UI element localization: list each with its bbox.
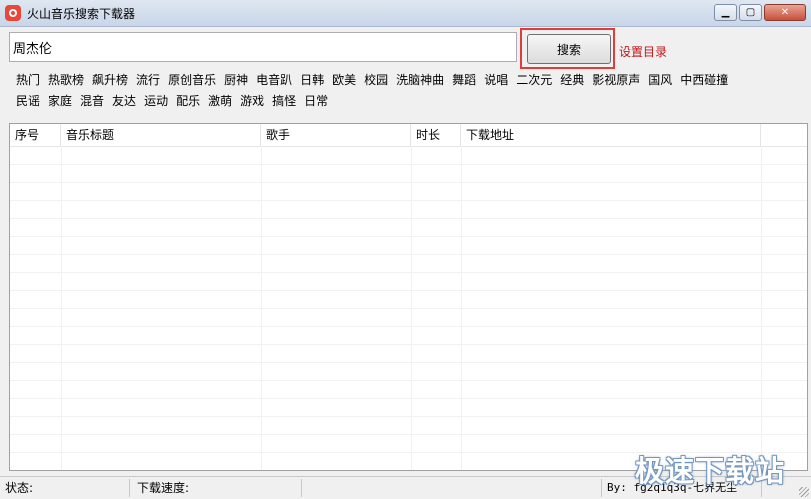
category-item[interactable]: 混音: [80, 92, 104, 109]
minimize-button[interactable]: ▁: [714, 4, 737, 21]
status-label: 状态:: [0, 479, 130, 497]
category-item[interactable]: 热歌榜: [48, 71, 84, 88]
column-header-download-url[interactable]: 下载地址: [461, 124, 761, 146]
category-item[interactable]: 激萌: [208, 92, 232, 109]
grid-row-line: [10, 290, 807, 291]
window-controls: ▁ ▢ ✕: [714, 4, 806, 21]
grid-row-line: [10, 164, 807, 165]
category-item[interactable]: 原创音乐: [168, 71, 216, 88]
search-input[interactable]: [9, 32, 517, 62]
site-watermark: 极速下载站: [635, 454, 786, 488]
grid-row-line: [10, 326, 807, 327]
category-item[interactable]: 中西碰撞: [680, 71, 728, 88]
category-item[interactable]: 国风: [648, 71, 672, 88]
column-header-title[interactable]: 音乐标题: [61, 124, 261, 146]
category-item[interactable]: 欧美: [332, 71, 356, 88]
table-header: 序号 音乐标题 歌手 时长 下载地址: [10, 124, 807, 147]
category-bar: 热门 热歌榜 飙升榜 流行 原创音乐 厨神 电音趴 日韩 欧美 校园 洗脑神曲 舞蹈 说唱 二次元 经典 影视…: [16, 71, 806, 113]
grid-row-line: [10, 308, 807, 309]
grid-row-line: [10, 380, 807, 381]
category-item[interactable]: 舞蹈: [452, 71, 476, 88]
grid-row-line: [10, 182, 807, 183]
category-item[interactable]: 厨神: [224, 71, 248, 88]
category-item[interactable]: 家庭: [48, 92, 72, 109]
column-header-index[interactable]: 序号: [10, 124, 61, 146]
category-item[interactable]: 搞怪: [272, 92, 296, 109]
grid-row-line: [10, 344, 807, 345]
category-item[interactable]: 影视原声: [592, 71, 640, 88]
grid-row-line: [10, 236, 807, 237]
category-item[interactable]: 热门: [16, 71, 40, 88]
set-directory-link[interactable]: 设置目录: [619, 43, 667, 60]
category-item[interactable]: 日常: [304, 92, 328, 109]
category-item[interactable]: 日韩: [300, 71, 324, 88]
category-item[interactable]: 电音趴: [256, 71, 292, 88]
column-header-duration[interactable]: 时长: [411, 124, 461, 146]
maximize-button[interactable]: ▢: [739, 4, 762, 21]
app-logo-icon: [5, 5, 21, 21]
category-row-2: 民谣 家庭 混音 友达 运动 配乐 激萌 游戏 搞怪 日常: [16, 92, 806, 113]
category-item[interactable]: 友达: [112, 92, 136, 109]
window-title: 火山音乐搜索下载器: [27, 7, 136, 21]
close-button[interactable]: ✕: [764, 4, 806, 21]
grid-row-line: [10, 254, 807, 255]
category-item[interactable]: 流行: [136, 71, 160, 88]
search-button[interactable]: 搜索: [527, 34, 611, 64]
category-item[interactable]: 飙升榜: [92, 71, 128, 88]
category-item[interactable]: 洗脑神曲: [396, 71, 444, 88]
grid-row-line: [10, 362, 807, 363]
category-item[interactable]: 经典: [560, 71, 584, 88]
download-speed-label: 下载速度:: [132, 479, 302, 497]
category-item[interactable]: 运动: [144, 92, 168, 109]
column-header-artist[interactable]: 歌手: [261, 124, 411, 146]
resize-grip-icon[interactable]: [799, 487, 809, 497]
category-item[interactable]: 民谣: [16, 92, 40, 109]
grid-row-line: [10, 416, 807, 417]
status-empty-cell: [302, 479, 602, 497]
category-item[interactable]: 校园: [364, 71, 388, 88]
results-table[interactable]: 序号 音乐标题 歌手 时长 下载地址: [9, 123, 808, 471]
grid-row-line: [10, 434, 807, 435]
category-row-1: 热门 热歌榜 飙升榜 流行 原创音乐 厨神 电音趴 日韩 欧美 校园 洗脑神曲 舞蹈 说唱 二次元 经典 影视…: [16, 71, 806, 92]
grid-row-line: [10, 218, 807, 219]
grid-row-line: [10, 398, 807, 399]
grid-row-line: [10, 200, 807, 201]
category-item[interactable]: 配乐: [176, 92, 200, 109]
category-item[interactable]: 说唱: [484, 71, 508, 88]
grid-row-line: [10, 272, 807, 273]
title-bar: 火山音乐搜索下载器 ▁ ▢ ✕: [0, 0, 811, 27]
category-item[interactable]: 游戏: [240, 92, 264, 109]
category-item[interactable]: 二次元: [516, 71, 552, 88]
